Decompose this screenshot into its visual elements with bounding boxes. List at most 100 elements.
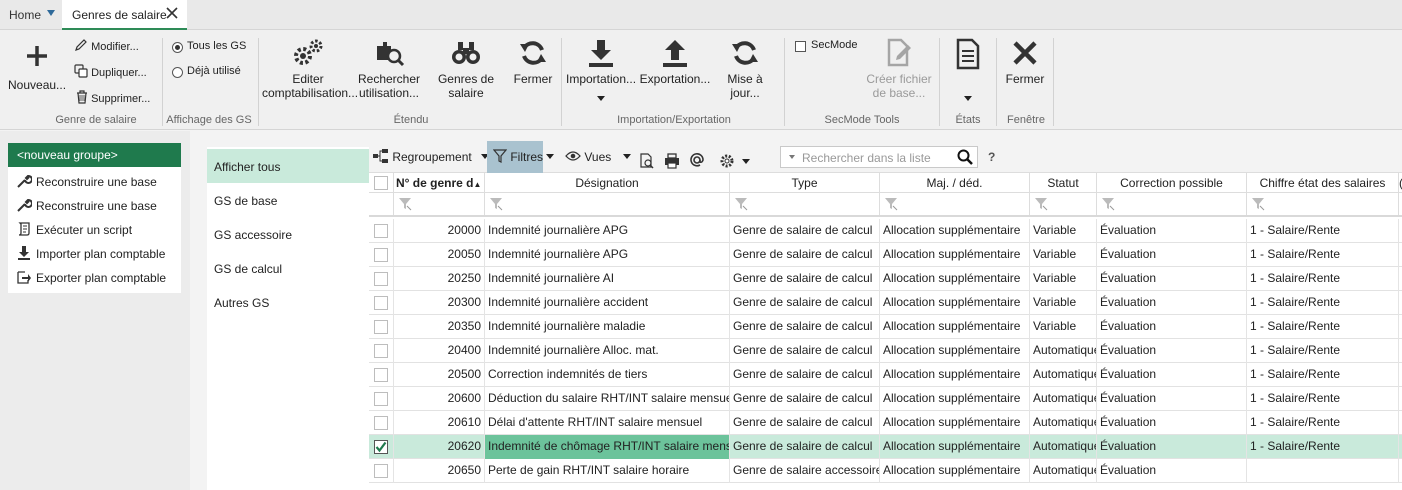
table-row[interactable]: 20300 Indemnité journalière accident Genre… [369, 291, 1402, 315]
cell-correction: Évaluation [1097, 267, 1247, 291]
preview-button[interactable] [639, 149, 655, 169]
header-designation[interactable]: Désignation [485, 173, 730, 193]
header-maj-ded[interactable]: Maj. / déd. [880, 173, 1030, 193]
header-type[interactable]: Type [730, 173, 880, 193]
gear-icon [720, 154, 734, 168]
row-checkbox[interactable] [374, 392, 388, 406]
filter-icon [399, 198, 412, 211]
table-row[interactable]: 20500 Correction indemnités de tiers Genre… [369, 363, 1402, 387]
row-checkbox[interactable] [374, 224, 388, 238]
row-checkbox[interactable] [374, 368, 388, 382]
filter-statut[interactable] [1030, 193, 1097, 215]
row-checkbox[interactable] [374, 296, 388, 310]
cell-chiffre [1247, 459, 1399, 483]
vues-dropdown-icon[interactable] [622, 154, 631, 159]
cell-statut: Variable [1030, 219, 1097, 243]
importation-button[interactable]: Importation... [566, 38, 637, 101]
row-select-cell [369, 339, 394, 363]
tab-home[interactable]: Home [0, 0, 62, 30]
cell-numero: 20600 [394, 387, 485, 411]
filter-maj[interactable] [880, 193, 1030, 215]
importation-label: Importation... [566, 72, 637, 86]
row-checkbox[interactable] [374, 272, 388, 286]
row-checkbox[interactable] [374, 320, 388, 334]
row-select-cell [369, 435, 394, 459]
close-tab-icon[interactable] [165, 6, 179, 20]
table-row[interactable]: 20050 Indemnité journalière APG Genre de s… [369, 243, 1402, 267]
table-row[interactable]: 20250 Indemnité journalière AI Genre de sa… [369, 267, 1402, 291]
genres-de-salaire-button[interactable]: Genres de salaire [434, 38, 498, 100]
tab-genres-de-salaire[interactable]: Genres de salaire [62, 0, 187, 30]
regroupement-button[interactable]: Regroupement [373, 141, 490, 173]
search-dropdown-icon[interactable] [789, 155, 795, 159]
settings-button[interactable] [719, 149, 751, 168]
row-checkbox[interactable] [374, 248, 388, 262]
secmode-checkbox[interactable] [795, 41, 806, 52]
dropdown-arrow-icon[interactable] [47, 10, 55, 16]
search-icon[interactable] [957, 149, 973, 165]
table-row[interactable]: 20600 Déduction du salaire RHT/INT salair… [369, 387, 1402, 411]
filter-chiffre[interactable] [1247, 193, 1399, 215]
table-row[interactable]: 20350 Indemnité journalière maladie Genre … [369, 315, 1402, 339]
delete-button[interactable]: Supprimer... [76, 90, 150, 106]
fermer-window-button[interactable]: Fermer [1002, 38, 1048, 86]
table-row[interactable]: 20650 Perte de gain RHT/INT salaire horai… [369, 459, 1402, 483]
table-row[interactable]: 20610 Délai d'attente RHT/INT salaire men… [369, 411, 1402, 435]
edit-button[interactable]: Modifier... [74, 38, 139, 54]
row-checkbox[interactable] [374, 464, 388, 478]
cell-type: Genre de salaire de calcul [730, 267, 880, 291]
category-afficher-tous[interactable]: Afficher tous [207, 149, 369, 183]
filter-designation[interactable] [485, 193, 730, 215]
exportation-button[interactable]: Exportation... [638, 38, 712, 86]
etats-dropdown-icon[interactable] [964, 96, 972, 101]
filtres-button[interactable]: Filtres [487, 141, 543, 173]
vues-button[interactable]: Vues [565, 141, 631, 173]
filter-correction[interactable] [1097, 193, 1247, 215]
row-checkbox[interactable] [374, 344, 388, 358]
help-button[interactable]: ? [988, 141, 995, 173]
radio-deja-utilise[interactable] [172, 67, 183, 78]
category-gs-accessoire[interactable]: GS accessoire [207, 217, 369, 251]
table-row[interactable]: 20400 Indemnité journalière Alloc. mat. Ge… [369, 339, 1402, 363]
table-row[interactable]: 20620 Indemnité de chômage RHT/INT salair… [369, 435, 1402, 459]
importation-dropdown-icon[interactable] [597, 96, 605, 101]
mise-a-jour-button[interactable]: Mise à jour... [713, 38, 777, 100]
category-autres-gs[interactable]: Autres GS [207, 285, 369, 319]
category-gs-de-base[interactable]: GS de base [207, 183, 369, 217]
filter-cell [369, 193, 394, 215]
filtres-dropdown-icon[interactable] [546, 154, 554, 159]
radio-tous-gs[interactable] [172, 42, 183, 53]
cell-designation: Indemnité journalière Alloc. mat. [485, 339, 730, 363]
etats-button[interactable] [946, 38, 990, 108]
cell-correction: Évaluation [1097, 219, 1247, 243]
cell-designation: Indemnité de chômage RHT/INT salaire men… [485, 435, 730, 459]
select-all-checkbox[interactable] [374, 176, 388, 190]
new-button[interactable]: Nouveau... [8, 42, 66, 92]
creer-fichier-button[interactable]: Créer fichier de base... [864, 38, 934, 100]
row-checkbox[interactable] [374, 440, 388, 454]
header-chiffre[interactable]: Chiffre état des salaires [1247, 173, 1399, 193]
editer-comptabilisation-button[interactable]: Editer comptabilisation... [262, 38, 358, 100]
header-statut[interactable]: Statut [1030, 173, 1097, 193]
filter-numero[interactable] [394, 193, 485, 215]
filter-type[interactable] [730, 193, 880, 215]
radio-tous-gs-label: Tous les GS [187, 40, 247, 52]
cell-numero: 20250 [394, 267, 485, 291]
header-numero[interactable]: N° de genre d▲ [394, 173, 485, 193]
fermer-button-etendu[interactable]: Fermer [511, 38, 555, 86]
header-select-all[interactable] [369, 173, 394, 193]
settings-dropdown-icon[interactable] [742, 159, 751, 164]
duplicate-button[interactable]: Dupliquer... [74, 64, 147, 80]
table-row[interactable]: 20000 Indemnité journalière APG Genre de s… [369, 219, 1402, 243]
category-gs-de-calcul[interactable]: GS de calcul [207, 251, 369, 285]
header-correction[interactable]: Correction possible [1097, 173, 1247, 193]
caret-filtres[interactable] [546, 141, 554, 173]
search-box[interactable]: Rechercher dans la liste [780, 146, 978, 168]
duplicate-icon [74, 64, 88, 78]
rechercher-utilisation-button[interactable]: Rechercher utilisation... [356, 38, 422, 100]
filter-icon [492, 149, 508, 163]
email-button[interactable] [689, 148, 705, 167]
new-group-button[interactable]: <nouveau groupe> [8, 143, 181, 167]
row-checkbox[interactable] [374, 416, 388, 430]
print-button[interactable] [664, 149, 680, 169]
